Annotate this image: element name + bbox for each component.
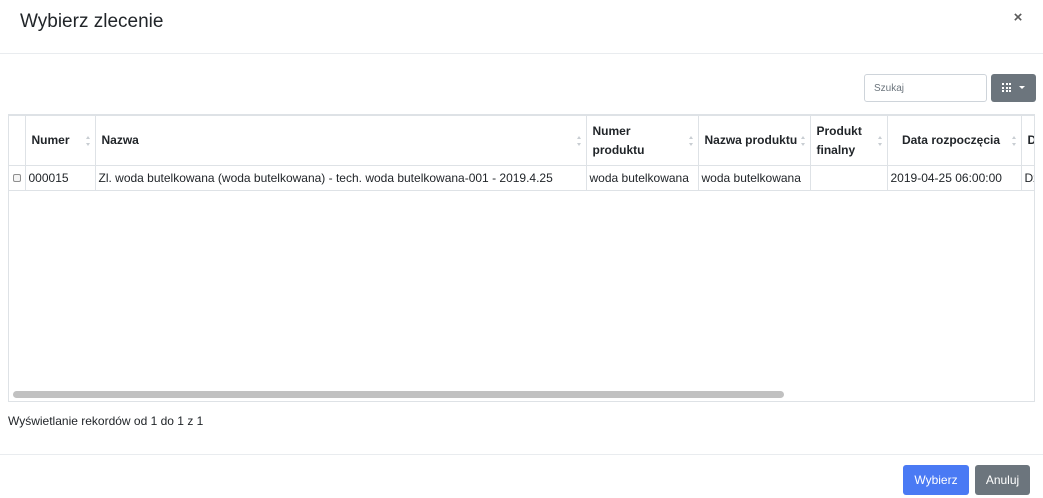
sort-icon — [877, 135, 883, 146]
row-checkbox[interactable] — [12, 174, 21, 182]
modal-header: Wybierz zlecenie × — [0, 0, 1043, 54]
cell-d: Dz — [1021, 165, 1034, 191]
column-header-nazwa-produktu[interactable]: Nazwa produktu — [698, 115, 811, 166]
orders-table: Numer Nazwa Numer produktu Nazwa produkt… — [9, 115, 1034, 191]
caret-down-icon — [1019, 86, 1025, 89]
table-header-row: Numer Nazwa Numer produktu Nazwa produkt… — [9, 115, 1034, 166]
scrollbar-thumb[interactable] — [13, 391, 784, 398]
cell-numer: 000015 — [25, 165, 96, 191]
row-select-cell[interactable] — [9, 165, 26, 191]
modal-title: Wybierz zlecenie — [20, 11, 164, 32]
column-header-nazwa[interactable]: Nazwa — [95, 115, 587, 166]
select-button[interactable]: Wybierz — [903, 465, 969, 495]
cancel-button[interactable]: Anuluj — [975, 465, 1030, 495]
column-header-numer-produktu[interactable]: Numer produktu — [586, 115, 699, 166]
sort-icon — [800, 135, 806, 146]
sort-icon — [576, 135, 582, 146]
search-input[interactable] — [864, 74, 987, 102]
table-row[interactable]: 000015 Zl. woda butelkowana (woda butelk… — [9, 165, 1034, 191]
columns-toggle-button[interactable] — [991, 74, 1036, 102]
column-header-d[interactable]: D — [1021, 115, 1034, 166]
horizontal-scrollbar[interactable] — [8, 388, 1035, 402]
modal-footer — [0, 454, 1043, 498]
cell-nazwa-produktu: woda butelkowana — [698, 165, 811, 191]
column-header-numer[interactable]: Numer — [25, 115, 96, 166]
column-header-produkt-finalny[interactable]: Produkt finalny — [810, 115, 888, 166]
orders-table-container: Numer Nazwa Numer produktu Nazwa produkt… — [8, 114, 1035, 402]
cell-nazwa: Zl. woda butelkowana (woda butelkowana) … — [95, 165, 587, 191]
select-column-header — [9, 115, 26, 166]
column-header-data-rozpoczecia[interactable]: Data rozpoczęcia — [887, 115, 1022, 166]
cell-numer-produktu: woda butelkowana — [586, 165, 699, 191]
cell-data-rozpoczecia: 2019-04-25 06:00:00 — [887, 165, 1022, 191]
sort-icon — [688, 135, 694, 146]
records-info: Wyświetlanie rekordów od 1 do 1 z 1 — [8, 414, 204, 428]
sort-icon — [85, 135, 91, 146]
grid-icon — [1002, 83, 1011, 92]
close-icon[interactable]: × — [1009, 9, 1027, 27]
cell-produkt-finalny — [810, 165, 888, 191]
sort-icon — [1011, 135, 1017, 146]
